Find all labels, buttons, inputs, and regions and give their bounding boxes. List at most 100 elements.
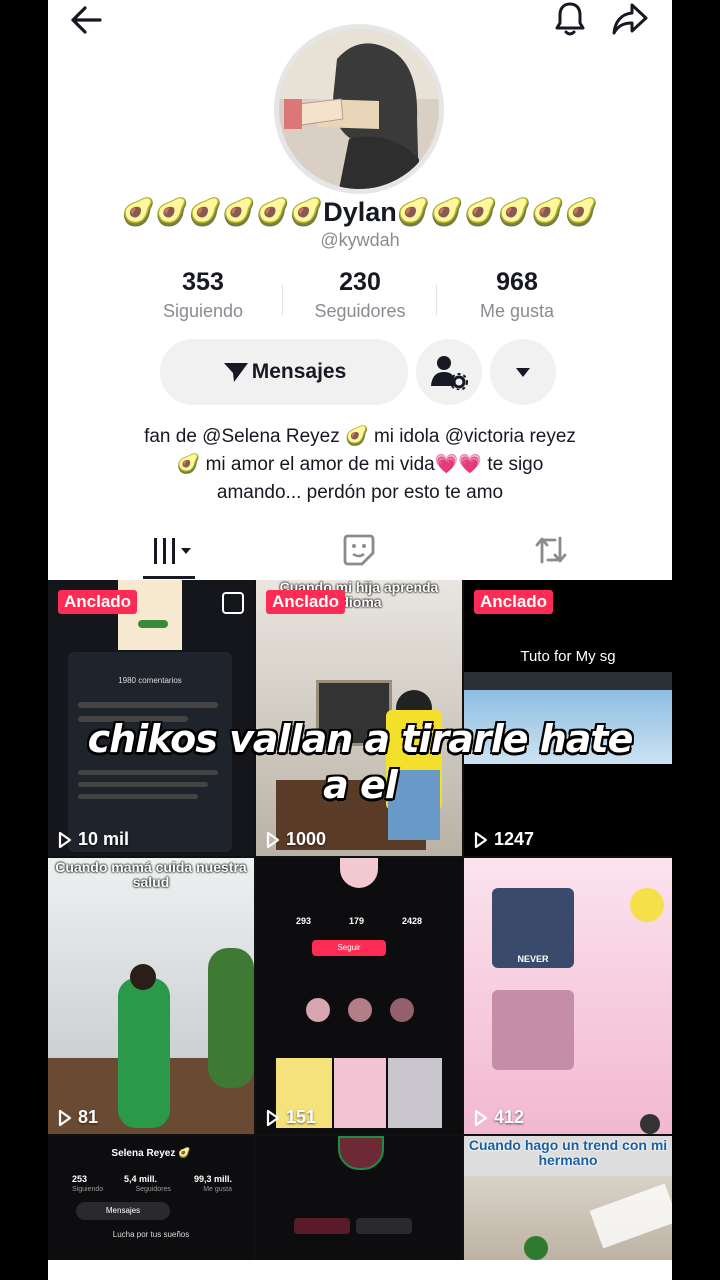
view-count: 151 xyxy=(266,1107,316,1128)
bio: fan de @Selena Reyez 🥑 mi idola @victori… xyxy=(88,423,632,507)
comments-count: 1980 comentarios xyxy=(118,676,182,685)
thumb-text: NEVER xyxy=(517,954,549,964)
stat-followers[interactable]: 230 Seguidores xyxy=(285,268,435,322)
thumb-button xyxy=(294,1218,350,1234)
video-tile[interactable]: 293 179 2428 Seguir 151 xyxy=(256,858,462,1134)
bio-line: fan de @Selena Reyez 🥑 mi idola @victori… xyxy=(144,426,576,447)
thumb-follow-button: Seguir xyxy=(312,940,386,956)
pinned-badge: Anclado xyxy=(474,590,554,614)
thumb-image xyxy=(118,978,170,1128)
messages-button[interactable]: Mensajes xyxy=(160,339,408,405)
thumb-stat: 2428 xyxy=(401,916,422,926)
thumb-stat: 179 xyxy=(348,916,365,926)
following-count: 353 xyxy=(182,268,224,296)
stat-divider xyxy=(436,285,437,315)
thumb-stat-label: Me gusta xyxy=(203,1186,232,1193)
video-caption: Cuando hago un trend con mi hermano xyxy=(468,1137,668,1168)
thumb-avatar xyxy=(340,858,378,888)
followers-label: Seguidores xyxy=(314,301,406,321)
play-icon xyxy=(58,831,72,848)
video-caption: Tuto for My sg xyxy=(520,648,616,665)
reposts-tab[interactable] xyxy=(530,530,572,570)
thumb-stats: 293 179 2428 xyxy=(296,916,422,926)
likes-count: 968 xyxy=(496,268,538,296)
profile-screen: 🥑🥑🥑🥑🥑🥑Dylan🥑🥑🥑🥑🥑🥑 @kywdah 353 Siguiendo … xyxy=(48,0,672,1280)
stat-likes[interactable]: 968 Me gusta xyxy=(442,268,592,322)
view-count: 1000 xyxy=(266,829,326,850)
overlay-line: a el xyxy=(323,763,398,807)
bio-line: 🥑 mi amor el amor de mi vida💗💗 te sigo xyxy=(176,454,544,475)
send-icon xyxy=(223,363,248,382)
caret-down-icon xyxy=(516,368,530,377)
content-tabs xyxy=(48,522,672,580)
video-tile[interactable]: NEVER 412 xyxy=(464,858,672,1134)
view-count-value: 1000 xyxy=(286,829,327,849)
share-icon[interactable] xyxy=(608,0,652,38)
video-grid: 1980 comentarios Anclado 10 mil Cuando m xyxy=(48,580,672,1260)
pinned-badge: Anclado xyxy=(58,590,138,614)
thumb-stat: 293 xyxy=(296,916,312,926)
thumb-stat: 99,3 mill. xyxy=(193,1174,232,1184)
profile-avatar[interactable] xyxy=(274,24,444,194)
thumb-stat-label: Seguidores xyxy=(135,1186,171,1193)
more-dropdown-button[interactable] xyxy=(490,339,556,405)
video-tile[interactable]: Cuando hago un trend con mi hermano xyxy=(464,1136,672,1260)
overlay-line: chikos vallan a tirarle hate xyxy=(87,717,634,761)
thumb-image xyxy=(348,998,372,1022)
thumb-avatar xyxy=(338,1136,384,1170)
display-name: 🥑🥑🥑🥑🥑🥑Dylan🥑🥑🥑🥑🥑🥑 xyxy=(121,197,599,227)
sticker-icon xyxy=(343,534,375,566)
videos-tab[interactable] xyxy=(144,530,200,570)
chick-sticker xyxy=(630,888,664,922)
overlay-caption: chikos vallan a tirarle hate a el xyxy=(48,716,672,808)
video-caption: Selena Reyez 🥑 xyxy=(111,1148,191,1159)
view-count-value: 151 xyxy=(286,1107,317,1127)
video-caption: Cuando mamá cuida nuestra salud xyxy=(55,859,247,890)
play-icon xyxy=(474,1109,488,1126)
active-tab-indicator xyxy=(143,576,195,579)
user-gear-icon xyxy=(431,356,468,390)
view-count-value: 412 xyxy=(494,1107,525,1127)
thumb-image xyxy=(306,998,330,1022)
view-count-value: 81 xyxy=(78,1107,99,1127)
thumb-image xyxy=(138,620,168,628)
pinned-badge: Anclado xyxy=(266,590,346,614)
thumb-stat: 5,4 mill. xyxy=(123,1174,158,1184)
profile-stats: 353 Siguiendo 230 Seguidores 968 Me gust… xyxy=(128,268,592,322)
thumb-stat-labels: Siguiendo Seguidores Me gusta xyxy=(72,1186,232,1193)
play-icon xyxy=(266,1109,280,1126)
thumb-image xyxy=(130,964,156,990)
more-icon xyxy=(640,1114,660,1134)
thumb-image xyxy=(492,990,574,1070)
multi-photo-icon xyxy=(222,592,244,614)
favorites-tab[interactable] xyxy=(338,530,380,570)
repost-icon xyxy=(535,536,567,564)
play-icon xyxy=(474,831,488,848)
bio-line: amando... perdón por esto te amo xyxy=(216,482,504,503)
thumb-bio: Lucha por tus sueños xyxy=(112,1230,190,1239)
thumb-stats: 253 5,4 mill. 99,3 mill. xyxy=(72,1174,232,1184)
add-friend-settings-button[interactable] xyxy=(416,339,482,405)
stat-divider xyxy=(282,285,283,315)
bell-icon[interactable] xyxy=(550,0,590,38)
stat-following[interactable]: 353 Siguiendo xyxy=(128,268,278,322)
comment-line xyxy=(78,702,218,708)
grid-icon xyxy=(154,538,191,564)
view-count-value: 1247 xyxy=(494,829,535,849)
thumb-stat-label: Siguiendo xyxy=(72,1186,104,1193)
video-tile[interactable] xyxy=(256,1136,462,1260)
video-tile[interactable]: Selena Reyez 🥑 253 5,4 mill. 99,3 mill. … xyxy=(48,1136,254,1260)
game-toolbar xyxy=(464,672,672,690)
view-count: 81 xyxy=(58,1107,98,1128)
followers-count: 230 xyxy=(339,268,381,296)
thumb-image xyxy=(390,998,414,1022)
view-count: 412 xyxy=(474,1107,524,1128)
back-arrow-icon[interactable] xyxy=(66,2,106,38)
video-tile[interactable]: Cuando mamá cuida nuestra salud 81 xyxy=(48,858,254,1134)
play-icon xyxy=(58,1109,72,1126)
thumb-messages-button: Mensajes xyxy=(76,1202,170,1220)
thumb-image xyxy=(524,1236,548,1260)
bottom-strip xyxy=(48,1260,672,1280)
thumb-stat: 253 xyxy=(72,1174,88,1184)
messages-label: Mensajes xyxy=(251,360,347,383)
